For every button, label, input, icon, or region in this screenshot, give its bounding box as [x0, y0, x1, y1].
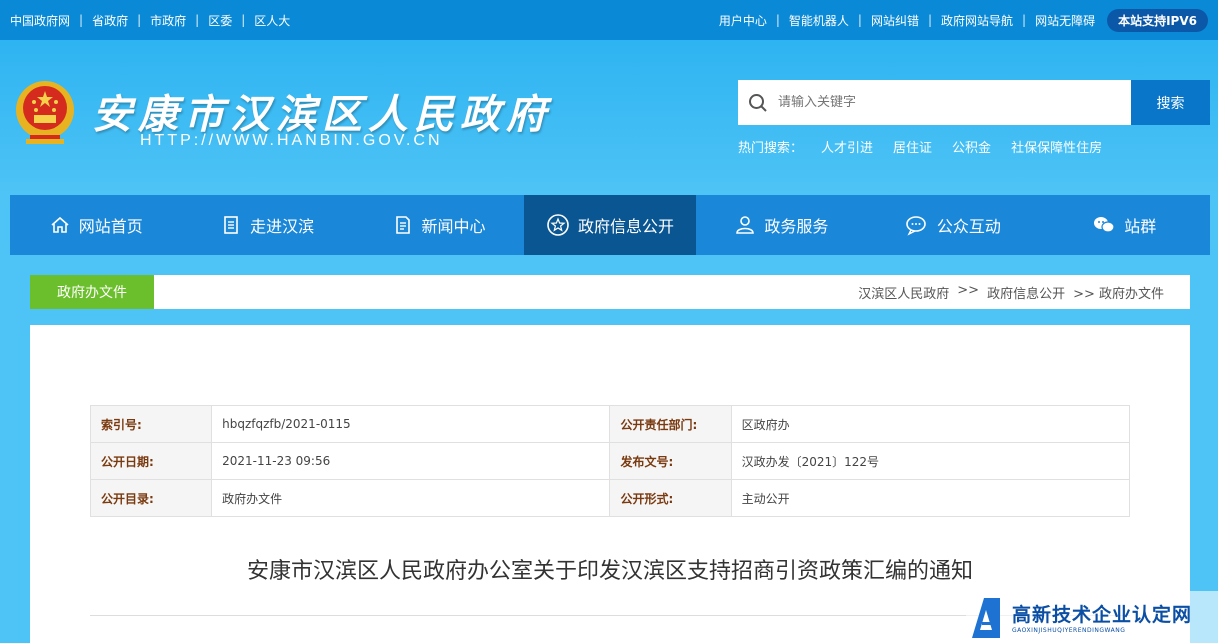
nav-item-label: 网站首页	[78, 217, 143, 236]
search-icon	[738, 93, 778, 113]
nav-item-interaction[interactable]: 公众互动	[867, 195, 1038, 255]
main-nav: 网站首页 走进汉滨 新闻中心 政府信息公开 政务服务 公众互动 站群	[10, 195, 1210, 255]
watermark-text: 高新技术企业认定网 GAOXINJISHUQIYERENDINGWANG	[1012, 600, 1192, 634]
link-error-report[interactable]: 网站纠错	[871, 12, 919, 29]
table-row: 索引号: hbqzfqzfb/2021-0115 公开责任部门: 区政府办	[89, 405, 1131, 443]
nav-item-label: 站群	[1124, 217, 1157, 236]
nav-item-home[interactable]: 网站首页	[10, 195, 181, 255]
watermark: 高新技术企业认定网 GAOXINJISHUQIYERENDINGWANG	[966, 591, 1218, 643]
meta-value: 主动公开	[730, 479, 1131, 517]
hot-search-item[interactable]: 社保保障性住房	[1011, 137, 1102, 156]
news-icon	[395, 216, 410, 234]
meta-value: 2021-11-23 09:56	[211, 442, 611, 480]
meta-label: 发布文号:	[609, 442, 732, 480]
meta-label: 公开责任部门:	[609, 405, 732, 443]
link-accessibility[interactable]: 网站无障碍	[1035, 12, 1095, 29]
search-input[interactable]	[778, 95, 1118, 110]
separator: |	[927, 13, 933, 27]
meta-label: 公开目录:	[89, 479, 213, 517]
separator: |	[1022, 13, 1027, 27]
meta-label: 公开日期:	[89, 442, 213, 480]
hot-search-item[interactable]: 公积金	[952, 137, 991, 156]
breadcrumb-separator: >>	[957, 282, 980, 298]
site-header: 安康市汉滨区人民政府 HTTP://WWW.HANBIN.GOV.CN 搜索 热…	[0, 40, 1218, 195]
link-robot[interactable]: 智能机器人	[789, 12, 849, 29]
meta-value: 区政府办	[730, 405, 1131, 443]
nav-item-label: 走进汉滨	[250, 217, 315, 236]
search-box	[738, 80, 1131, 125]
nav-item-site-group[interactable]: 站群	[1039, 195, 1210, 255]
link-china-gov[interactable]: 中国政府网	[10, 12, 70, 29]
watermark-logo-icon	[972, 598, 1000, 638]
separator: |	[79, 13, 84, 27]
star-icon	[547, 214, 569, 236]
search-button[interactable]: 搜索	[1131, 80, 1210, 125]
nav-item-label: 政务服务	[764, 217, 829, 236]
national-emblem-icon	[16, 81, 74, 144]
table-row: 公开目录: 政府办文件 公开形式: 主动公开	[89, 479, 1131, 517]
link-province-gov[interactable]: 省政府	[92, 12, 128, 29]
table-row: 公开日期: 2021-11-23 09:56 发布文号: 汉政办发〔2021〕1…	[89, 442, 1131, 480]
top-left-links: 中国政府网 | 省政府 | 市政府 | 区委 | 区人大	[10, 12, 290, 29]
watermark-sub: GAOXINJISHUQIYERENDINGWANG	[1012, 627, 1126, 634]
meta-value: 汉政办发〔2021〕122号	[730, 442, 1131, 480]
site-url: HTTP://WWW.HANBIN.GOV.CN	[140, 132, 443, 149]
nav-item-about[interactable]: 走进汉滨	[181, 195, 352, 255]
link-district-congress[interactable]: 区人大	[254, 12, 290, 29]
link-site-nav[interactable]: 政府网站导航	[941, 12, 1013, 29]
breadcrumb-item[interactable]: 汉滨区人民政府	[858, 283, 949, 302]
person-icon	[736, 216, 755, 234]
document-title: 安康市汉滨区人民政府办公室关于印发汉滨区支持招商引资政策汇编的通知	[246, 559, 973, 584]
document-icon	[224, 216, 238, 234]
separator: |	[241, 13, 246, 27]
nav-item-news[interactable]: 新闻中心	[353, 195, 524, 255]
hot-search-item[interactable]: 居住证	[893, 137, 932, 156]
breadcrumb-item[interactable]: >> 政府办文件	[1073, 283, 1164, 302]
link-district-committee[interactable]: 区委	[208, 12, 232, 29]
ipv6-badge: 本站支持IPV6	[1107, 8, 1208, 32]
link-user-center[interactable]: 用户中心	[719, 12, 767, 29]
breadcrumb-item[interactable]: 政府信息公开	[987, 283, 1065, 302]
meta-value: hbqzfqzfb/2021-0115	[211, 405, 611, 443]
top-bar: 中国政府网 | 省政府 | 市政府 | 区委 | 区人大 用户中心 | 智能机器…	[0, 0, 1218, 40]
watermark-main: 高新技术企业认定网	[1012, 604, 1193, 626]
hot-search-item[interactable]: 人才引进	[821, 137, 873, 156]
separator: |	[775, 13, 780, 27]
meta-label: 公开形式:	[609, 479, 732, 517]
nav-item-services[interactable]: 政务服务	[696, 195, 867, 255]
nav-item-gov-info[interactable]: 政府信息公开	[524, 195, 696, 255]
breadcrumb: 汉滨区人民政府 >> 政府信息公开 >> 政府办文件	[850, 283, 1164, 302]
breadcrumb-bar: 政府办文件 汉滨区人民政府 >> 政府信息公开 >> 政府办文件	[30, 275, 1190, 309]
hot-search: 热门搜索： 人才引进 居住证 公积金 社保保障性住房	[738, 137, 1122, 156]
separator: |	[857, 13, 862, 27]
meta-value: 政府办文件	[211, 479, 611, 517]
meta-label: 索引号:	[89, 405, 213, 443]
section-tag: 政府办文件	[30, 275, 154, 309]
link-city-gov[interactable]: 市政府	[150, 12, 186, 29]
wechat-icon	[1094, 217, 1115, 233]
separator: |	[137, 13, 142, 27]
hot-search-label: 热门搜索：	[738, 141, 804, 156]
home-icon	[51, 216, 69, 233]
top-right-links: 用户中心 | 智能机器人 | 网站纠错 | 政府网站导航 | 网站无障碍 本站支…	[719, 8, 1208, 32]
nav-item-label: 政府信息公开	[577, 217, 674, 236]
nav-item-label: 新闻中心	[421, 217, 486, 236]
separator: |	[195, 13, 200, 27]
nav-item-label: 公众互动	[936, 217, 1001, 236]
chat-icon	[906, 216, 926, 236]
document-meta-table: 索引号: hbqzfqzfb/2021-0115 公开责任部门: 区政府办 公开…	[89, 405, 1131, 517]
